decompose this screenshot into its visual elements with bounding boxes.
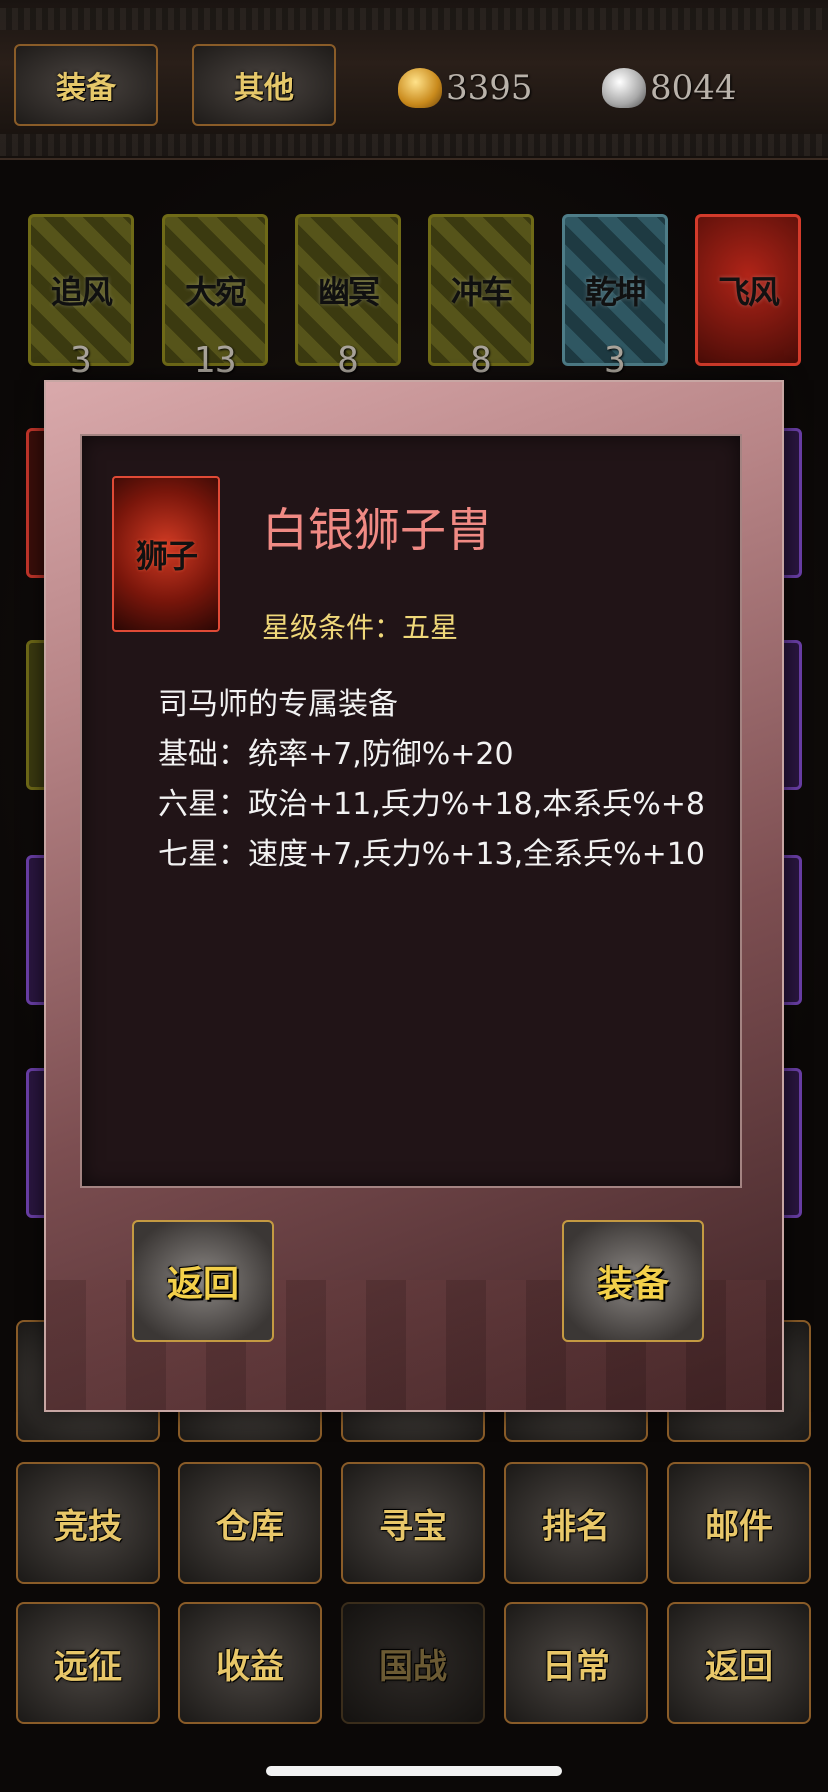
menu-button-arena[interactable]: 竞技 <box>16 1462 160 1584</box>
item-star-condition: 星级条件：五星 <box>262 611 459 644</box>
gold-amount: 3395 <box>446 68 533 108</box>
item-card-feifeng[interactable]: 飞风 <box>695 214 801 366</box>
menu-button-nation-war[interactable]: 国战 <box>341 1602 485 1724</box>
item-name: 白银狮子胄 <box>262 503 492 557</box>
menu-button-warehouse[interactable]: 仓库 <box>178 1462 322 1584</box>
gold-ingot-icon <box>398 68 442 108</box>
menu-button-daily[interactable]: 日常 <box>504 1602 648 1724</box>
desc-line: 六星：政治+11,兵力%+18,本系兵%+8 <box>158 787 705 822</box>
bottom-decor-stripe <box>0 134 828 156</box>
top-bar: 装备 其他 3395 8044 <box>0 0 828 160</box>
item-detail-dialog: 狮子 白银狮子胄 星级条件：五星 司马师的专属装备 基础：统率+7,防御%+20… <box>44 380 784 1412</box>
top-decor-stripe <box>0 8 828 30</box>
item-count: 8 <box>337 340 359 381</box>
item-icon-helmet: 狮子 <box>112 476 220 632</box>
silver-amount: 8044 <box>650 68 737 108</box>
item-count: 3 <box>604 340 626 381</box>
menu-button-income[interactable]: 收益 <box>178 1602 322 1724</box>
tab-other[interactable]: 其他 <box>192 44 336 126</box>
menu-button-return[interactable]: 返回 <box>667 1602 811 1724</box>
item-count: 8 <box>470 340 492 381</box>
silver-ingot-icon <box>602 68 646 108</box>
item-count: 3 <box>70 340 92 381</box>
desc-line: 司马师的专属装备 <box>158 687 398 722</box>
silver-counter: 8044 <box>602 60 737 116</box>
desc-line: 七星：速度+7,兵力%+13,全系兵%+10 <box>158 837 705 872</box>
tab-equipment[interactable]: 装备 <box>14 44 158 126</box>
menu-button-treasure[interactable]: 寻宝 <box>341 1462 485 1584</box>
menu-button-expedition[interactable]: 远征 <box>16 1602 160 1724</box>
item-count: 13 <box>193 340 237 381</box>
menu-button-ranking[interactable]: 排名 <box>504 1462 648 1584</box>
menu-button-mail[interactable]: 邮件 <box>667 1462 811 1584</box>
gold-counter: 3395 <box>398 60 533 116</box>
home-indicator[interactable] <box>266 1766 562 1776</box>
desc-line: 基础：统率+7,防御%+20 <box>158 737 514 772</box>
item-detail-panel: 狮子 白银狮子胄 星级条件：五星 司马师的专属装备 基础：统率+7,防御%+20… <box>80 434 742 1188</box>
equip-button[interactable]: 装备 <box>562 1220 704 1342</box>
back-button[interactable]: 返回 <box>132 1220 274 1342</box>
item-description: 司马师的专属装备 基础：统率+7,防御%+20 六星：政治+11,兵力%+18,… <box>158 680 705 880</box>
